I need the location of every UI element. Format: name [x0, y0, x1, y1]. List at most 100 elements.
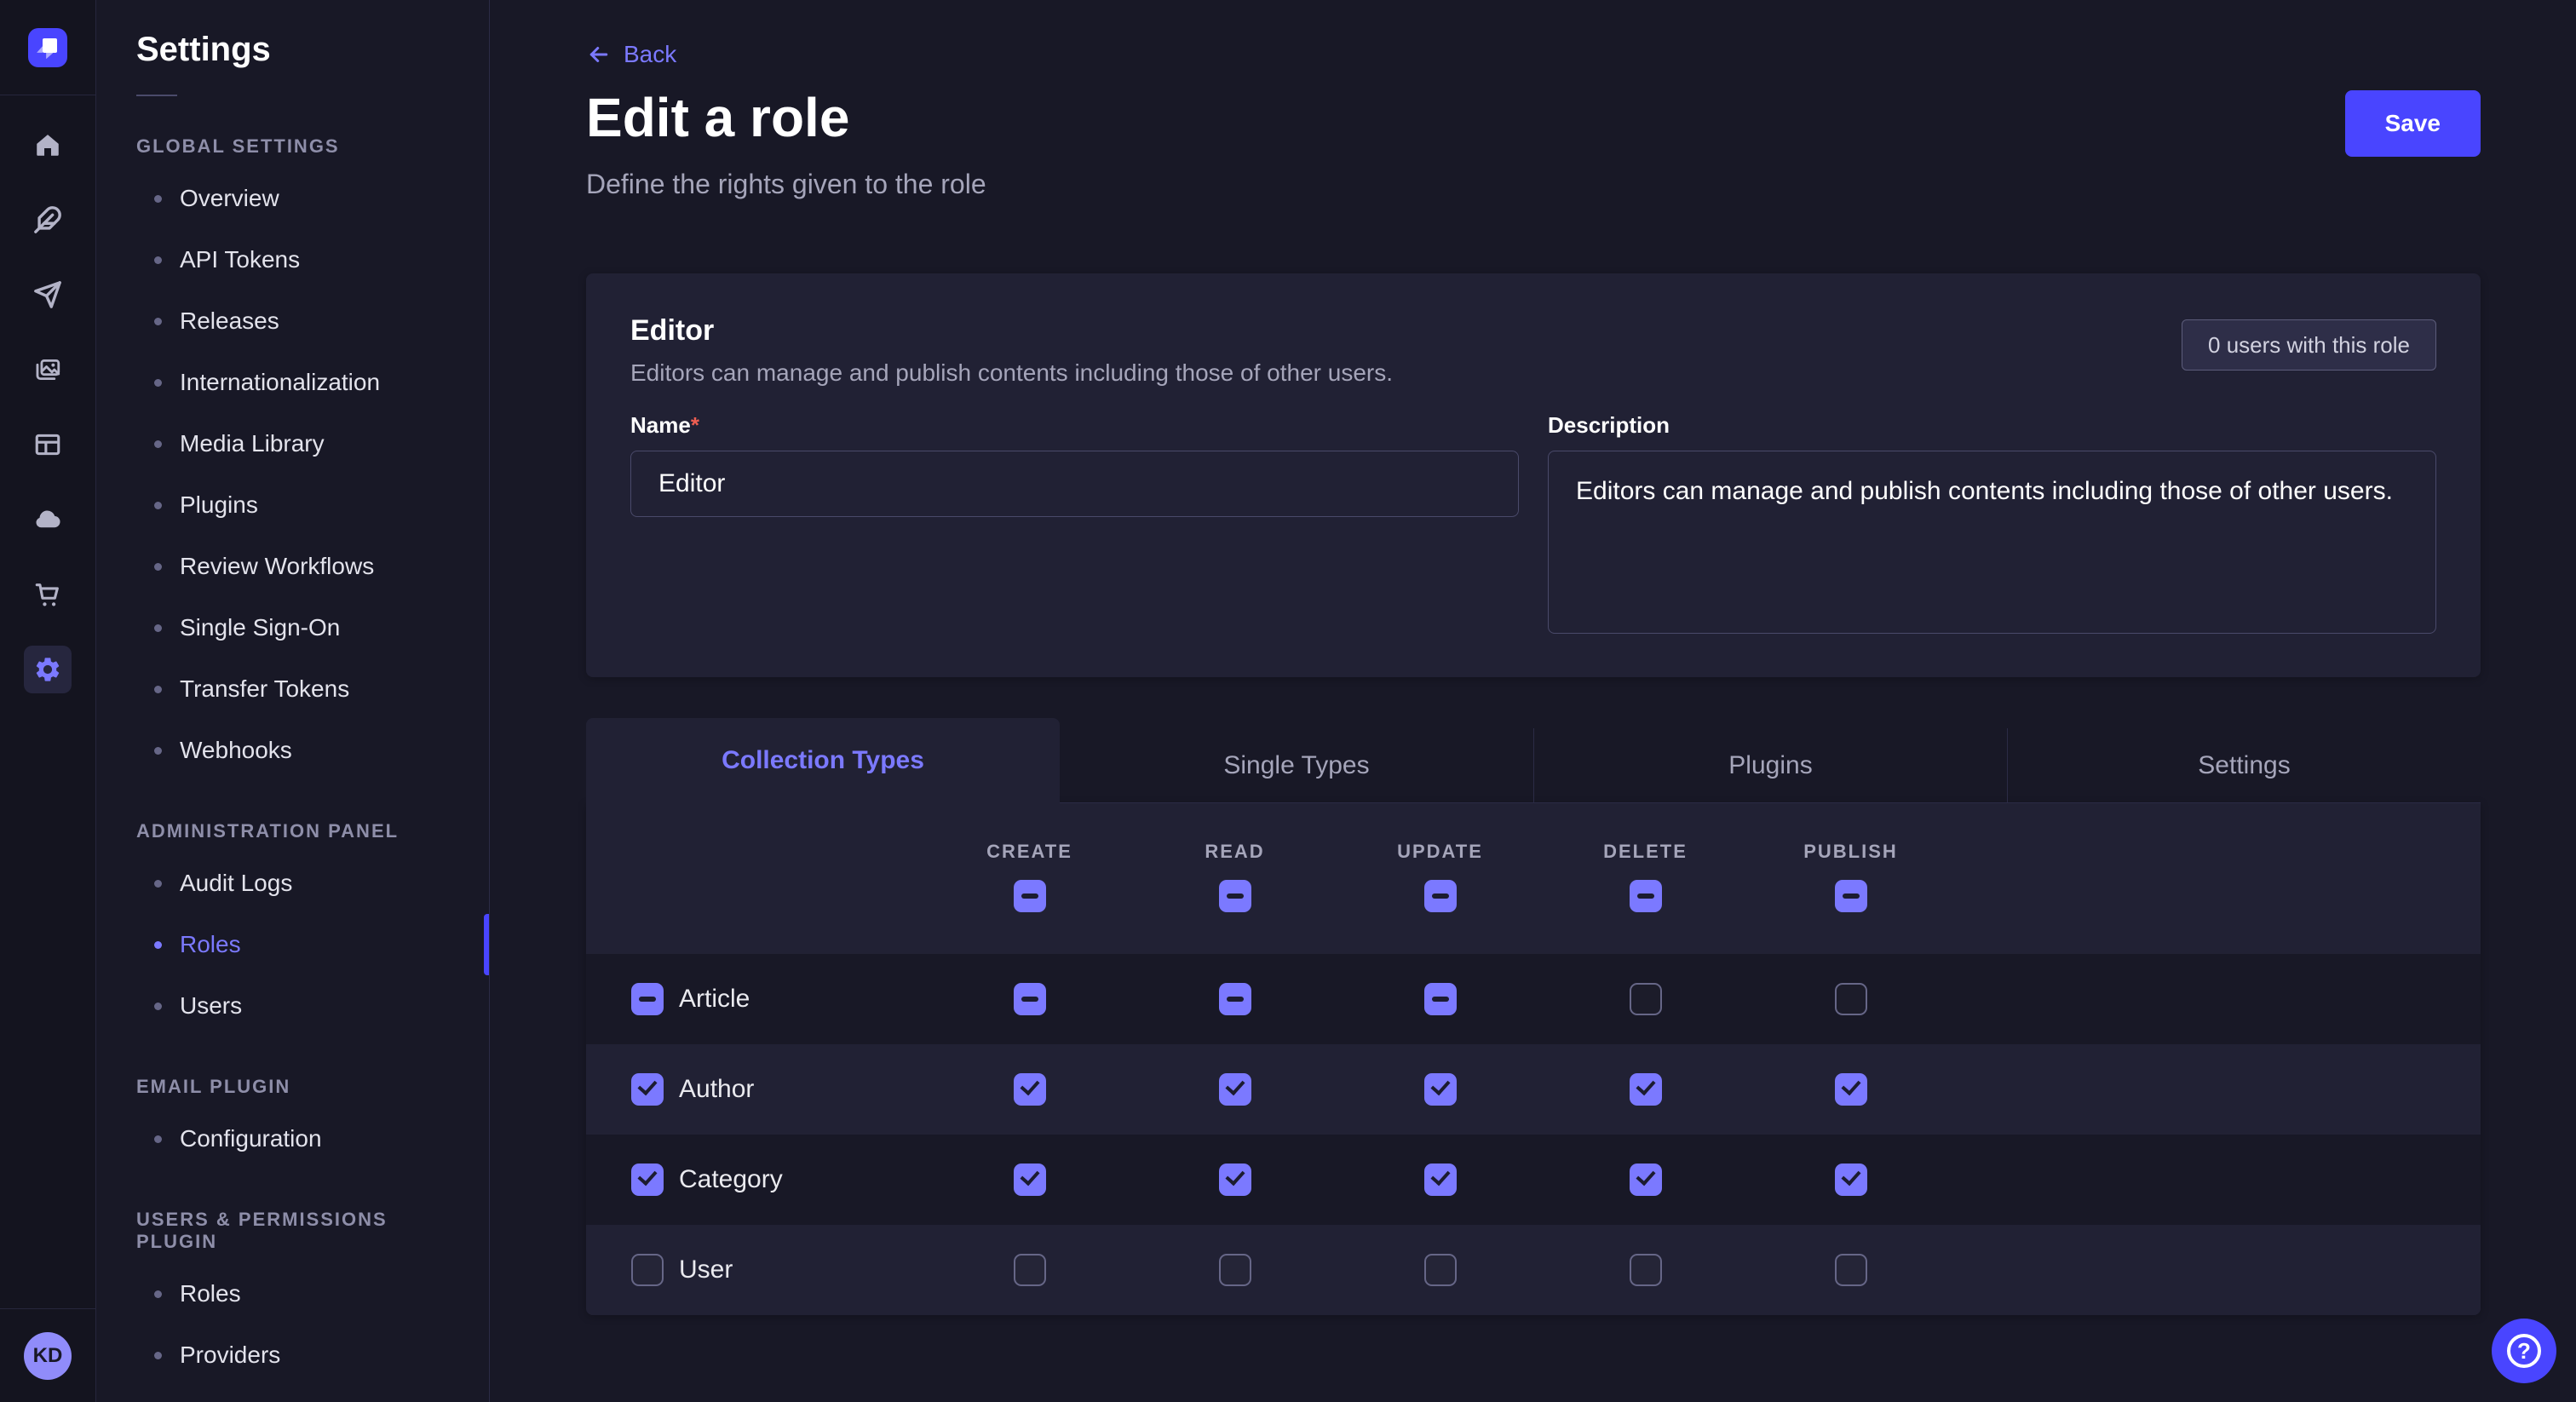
row-select-checkbox[interactable]	[631, 1254, 664, 1286]
read-checkbox[interactable]	[1219, 1164, 1251, 1196]
update-checkbox[interactable]	[1424, 1073, 1457, 1106]
sidebar-item-api-tokens[interactable]: API Tokens	[96, 229, 489, 290]
delete-checkbox[interactable]	[1630, 983, 1662, 1015]
select-all-update-checkbox[interactable]	[1424, 880, 1457, 912]
sidebar-item-internationalization[interactable]: Internationalization	[96, 352, 489, 413]
settings-icon[interactable]	[24, 646, 72, 693]
publish-checkbox[interactable]	[1835, 1164, 1867, 1196]
column-header-delete: DELETE	[1603, 841, 1688, 863]
section-label-global-settings: GLOBAL SETTINGS	[136, 135, 449, 158]
delete-checkbox[interactable]	[1630, 1164, 1662, 1196]
permissions-card: Collection Types Single Types Plugins Se…	[586, 718, 2481, 1315]
workspace-switcher[interactable]	[0, 0, 95, 95]
sidebar-item-label: Webhooks	[180, 737, 292, 764]
role-details-card: Editor Editors can manage and publish co…	[586, 273, 2481, 677]
description-textarea[interactable]: Editors can manage and publish contents …	[1548, 451, 2436, 634]
help-button[interactable]: ?	[2492, 1319, 2556, 1383]
section-label-users-permissions-plugin: USERS & PERMISSIONS PLUGIN	[136, 1209, 449, 1253]
sidebar-item-label: Releases	[180, 307, 279, 335]
name-field-group: Name*	[630, 412, 1519, 638]
sidebar-item-label: Plugins	[180, 491, 258, 519]
read-checkbox[interactable]	[1219, 1254, 1251, 1286]
sidebar-item-label: Users	[180, 992, 242, 1020]
content-type-name: Article	[679, 985, 750, 1014]
update-checkbox[interactable]	[1424, 1164, 1457, 1196]
sidebar-item-review-workflows[interactable]: Review Workflows	[96, 536, 489, 597]
content-type-builder-icon[interactable]	[24, 196, 72, 244]
sidebar-item-label: Audit Logs	[180, 870, 292, 897]
create-checkbox[interactable]	[1014, 983, 1046, 1015]
sidebar-item-up-providers[interactable]: Providers	[96, 1324, 489, 1386]
select-all-read-checkbox[interactable]	[1219, 880, 1251, 912]
required-asterisk: *	[691, 412, 699, 438]
back-label: Back	[624, 41, 676, 68]
bullet-icon	[154, 1352, 162, 1359]
delete-checkbox[interactable]	[1630, 1073, 1662, 1106]
create-checkbox[interactable]	[1014, 1254, 1046, 1286]
back-link[interactable]: Back	[586, 41, 676, 68]
bullet-icon	[154, 195, 162, 203]
bullet-icon	[154, 440, 162, 448]
deploy-icon[interactable]	[24, 271, 72, 319]
description-label: Description	[1548, 412, 2436, 439]
bullet-icon	[154, 379, 162, 387]
strapi-logo-icon	[28, 28, 67, 67]
sidebar-divider	[136, 95, 177, 96]
update-checkbox[interactable]	[1424, 983, 1457, 1015]
cloud-icon[interactable]	[24, 496, 72, 543]
name-input[interactable]	[630, 451, 1519, 517]
sidebar-item-up-roles[interactable]: Roles	[96, 1263, 489, 1324]
update-checkbox[interactable]	[1424, 1254, 1457, 1286]
sidebar-item-overview[interactable]: Overview	[96, 168, 489, 229]
permissions-tabs: Collection Types Single Types Plugins Se…	[586, 718, 2481, 803]
select-all-create-checkbox[interactable]	[1014, 880, 1046, 912]
bullet-icon	[154, 563, 162, 571]
users-with-role-button[interactable]: 0 users with this role	[2182, 319, 2436, 371]
tab-collection-types[interactable]: Collection Types	[586, 718, 1060, 803]
row-select-checkbox[interactable]	[631, 1164, 664, 1196]
sidebar-item-webhooks[interactable]: Webhooks	[96, 720, 489, 781]
create-checkbox[interactable]	[1014, 1073, 1046, 1106]
home-icon[interactable]	[24, 121, 72, 169]
bullet-icon	[154, 686, 162, 693]
row-select-checkbox[interactable]	[631, 983, 664, 1015]
delete-checkbox[interactable]	[1630, 1254, 1662, 1286]
tab-plugins[interactable]: Plugins	[1533, 728, 2007, 803]
sidebar-item-single-sign-on[interactable]: Single Sign-On	[96, 597, 489, 658]
publish-checkbox[interactable]	[1835, 1073, 1867, 1106]
read-checkbox[interactable]	[1219, 983, 1251, 1015]
sidebar-item-media-library[interactable]: Media Library	[96, 413, 489, 474]
publish-checkbox[interactable]	[1835, 983, 1867, 1015]
sidebar-item-label: Media Library	[180, 430, 325, 457]
bullet-icon	[154, 747, 162, 755]
bullet-icon	[154, 1135, 162, 1143]
tab-settings[interactable]: Settings	[2007, 728, 2481, 803]
select-all-delete-checkbox[interactable]	[1630, 880, 1662, 912]
read-checkbox[interactable]	[1219, 1073, 1251, 1106]
sidebar-item-label: Roles	[180, 1280, 241, 1307]
bullet-icon	[154, 318, 162, 325]
sidebar-item-transfer-tokens[interactable]: Transfer Tokens	[96, 658, 489, 720]
create-checkbox[interactable]	[1014, 1164, 1046, 1196]
sidebar-item-label: Providers	[180, 1342, 280, 1369]
sidebar-item-users[interactable]: Users	[96, 975, 489, 1037]
content-manager-icon[interactable]	[24, 421, 72, 468]
sidebar-item-plugins[interactable]: Plugins	[96, 474, 489, 536]
rail-icon-list	[0, 95, 95, 693]
sidebar-item-label: Internationalization	[180, 369, 380, 396]
marketplace-icon[interactable]	[24, 571, 72, 618]
sidebar-item-label: Review Workflows	[180, 553, 374, 580]
save-button[interactable]: Save	[2345, 90, 2481, 157]
media-library-icon[interactable]	[24, 346, 72, 394]
user-avatar[interactable]: KD	[24, 1332, 72, 1380]
sidebar-item-roles[interactable]: Roles	[96, 914, 489, 975]
row-select-checkbox[interactable]	[631, 1073, 664, 1106]
sidebar-item-releases[interactable]: Releases	[96, 290, 489, 352]
tab-single-types[interactable]: Single Types	[1060, 728, 1533, 803]
publish-checkbox[interactable]	[1835, 1254, 1867, 1286]
main-nav-rail: KD	[0, 0, 96, 1402]
sidebar-item-audit-logs[interactable]: Audit Logs	[96, 853, 489, 914]
select-all-publish-checkbox[interactable]	[1835, 880, 1867, 912]
sidebar-item-configuration[interactable]: Configuration	[96, 1108, 489, 1169]
sidebar-title: Settings	[136, 31, 489, 69]
